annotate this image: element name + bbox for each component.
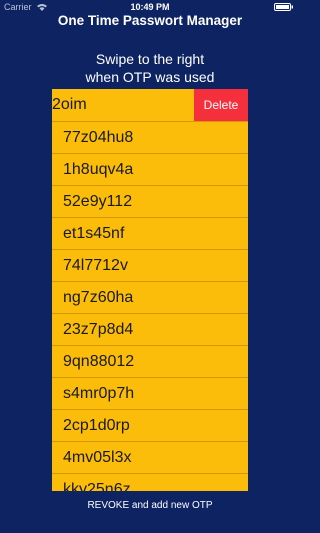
otp-row[interactable]: 4mv05l3x [52,441,248,473]
otp-code: kky25n6z [63,481,131,491]
otp-code: 77z04hu8 [63,129,134,146]
otp-row[interactable]: 23z7p8d4 [52,313,248,345]
otp-row[interactable]: 2cp1d0rp [52,409,248,441]
otp-code: 52e9y112 [63,193,133,210]
page-title: One Time Passwort Manager [57,13,243,28]
otp-code: 9qn88012 [63,353,135,370]
swiped-otp-row[interactable]: 2oim Delete [52,89,248,121]
otp-code: 23z7p8d4 [63,321,134,338]
otp-code: 74l7712v [63,257,128,274]
otp-row[interactable]: 77z04hu8 [52,121,248,153]
battery-icon [274,3,293,11]
status-bar: Carrier 10:49 PM [0,0,300,14]
otp-code: 4mv05l3x [63,449,132,466]
otp-row[interactable]: et1s45nf [52,217,248,249]
otp-code: ng7z60ha [63,289,134,306]
otp-row[interactable]: 1h8uqv4a [52,153,248,185]
delete-button[interactable]: Delete [194,89,248,121]
instruction-line-2: when OTP was used [85,69,215,85]
otp-list[interactable]: 2oim Delete 77z04hu8 1h8uqv4a 52e9y112 e… [52,89,248,491]
otp-row[interactable]: 9qn88012 [52,345,248,377]
instruction-line-1: Swipe to the right [95,51,205,67]
otp-code: 1h8uqv4a [63,161,134,178]
otp-row[interactable]: kky25n6z [52,473,248,491]
otp-row[interactable]: 74l7712v [52,249,248,281]
swipe-instructions: Swipe to the right when OTP was used [0,50,300,86]
otp-row[interactable]: s4mr0p7h [52,377,248,409]
otp-code: 2cp1d0rp [63,417,130,434]
revoke-add-otp-button[interactable]: REVOKE and add new OTP [0,500,300,511]
status-time: 10:49 PM [130,2,170,12]
otp-code: s4mr0p7h [63,385,135,402]
otp-row[interactable]: 52e9y112 [52,185,248,217]
otp-code: 2oim [52,96,87,113]
otp-row[interactable]: ng7z60ha [52,281,248,313]
otp-code: et1s45nf [63,225,125,242]
